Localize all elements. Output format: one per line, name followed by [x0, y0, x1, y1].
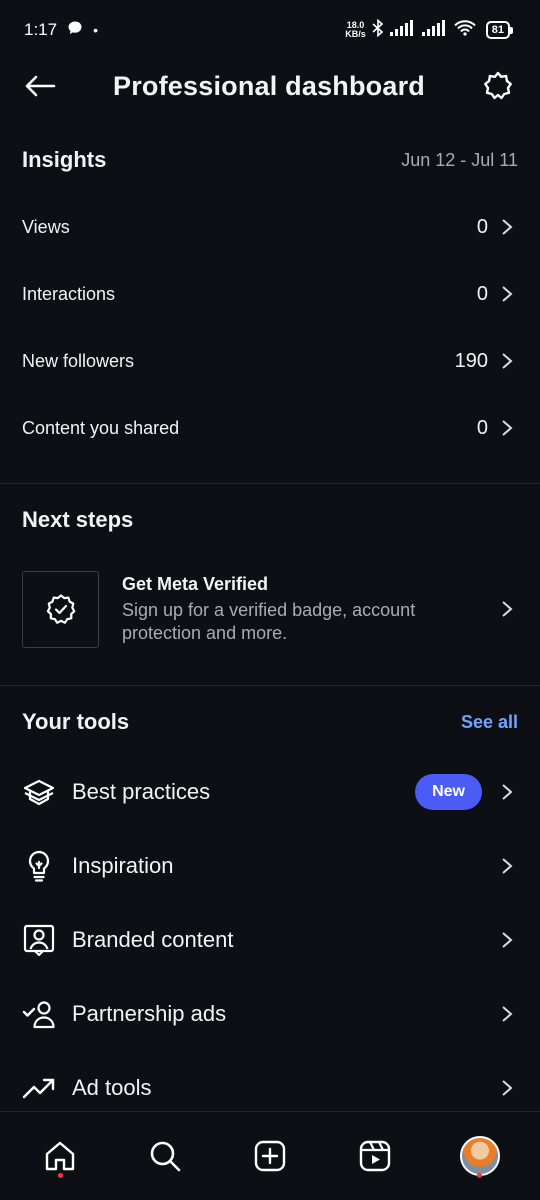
insight-label: Views	[22, 216, 70, 237]
insights-title: Insights	[22, 147, 107, 172]
trending-up-icon	[22, 1071, 56, 1105]
create-icon	[254, 1140, 286, 1172]
tool-label: Inspiration	[72, 853, 174, 878]
reels-icon	[359, 1140, 390, 1172]
new-badge: New	[415, 774, 482, 810]
graduation-cap-icon	[22, 775, 56, 809]
tool-row-inspiration[interactable]: Inspiration	[0, 836, 540, 896]
verified-badge-icon	[46, 594, 75, 624]
bottom-nav	[0, 1111, 540, 1200]
chevron-right-icon	[502, 858, 513, 874]
chevron-right-icon	[502, 219, 513, 235]
chevron-right-icon	[502, 1006, 513, 1022]
settings-button[interactable]	[480, 68, 516, 104]
insight-value: 190	[454, 349, 488, 372]
status-bar: 1:17 • 18.0 KB/s 81	[0, 0, 540, 60]
tool-label: Best practices	[72, 779, 211, 804]
page-title: Professional dashboard	[113, 70, 425, 101]
signal-icon-2	[421, 19, 448, 41]
tool-label: Branded content	[72, 927, 234, 952]
wifi-icon	[454, 19, 476, 41]
chevron-right-icon	[502, 784, 513, 800]
insight-value: 0	[476, 282, 488, 305]
tools-title: Your tools	[22, 709, 130, 734]
verified-card-title: Get Meta Verified	[122, 573, 269, 594]
nav-profile[interactable]	[450, 1126, 510, 1186]
next-steps-header: Next steps	[0, 500, 540, 540]
tool-label: Ad tools	[72, 1075, 152, 1100]
tools-header: Your tools See all	[0, 702, 540, 742]
header: Professional dashboard	[0, 58, 540, 114]
tool-row-best-practices[interactable]: Best practices New	[0, 762, 540, 822]
insight-label: New followers	[22, 350, 135, 371]
tool-row-partnership-ads[interactable]: Partnership ads	[0, 984, 540, 1044]
profile-avatar	[459, 1136, 500, 1176]
verified-icon-box	[22, 570, 99, 648]
nav-create[interactable]	[240, 1126, 300, 1186]
chevron-right-icon	[502, 1080, 513, 1096]
insight-row-content-shared[interactable]: Content you shared 0	[0, 403, 540, 453]
more-notifications-dot: •	[93, 22, 98, 38]
divider	[0, 483, 540, 484]
insight-label: Content you shared	[22, 417, 180, 438]
notification-dot	[477, 1173, 483, 1178]
home-icon	[46, 1141, 75, 1171]
chevron-right-icon	[502, 601, 513, 617]
tool-label: Partnership ads	[72, 1001, 227, 1026]
notification-dot	[57, 1173, 63, 1178]
tool-row-branded-content[interactable]: Branded content	[0, 910, 540, 970]
insight-row-new-followers[interactable]: New followers 190	[0, 336, 540, 386]
bluetooth-icon	[372, 18, 384, 42]
insight-row-interactions[interactable]: Interactions 0	[0, 269, 540, 319]
nav-home[interactable]	[30, 1126, 90, 1186]
network-speed: 18.0 KB/s	[345, 20, 366, 39]
nav-search[interactable]	[135, 1126, 195, 1186]
next-steps-title: Next steps	[22, 507, 134, 532]
insight-row-views[interactable]: Views 0	[0, 202, 540, 252]
gear-icon	[484, 71, 512, 100]
verified-card-description: Sign up for a verified badge, account pr…	[122, 599, 416, 643]
chat-notification-icon	[67, 20, 83, 41]
battery-indicator: 81	[485, 21, 514, 39]
chevron-right-icon	[502, 286, 513, 302]
chevron-right-icon	[502, 932, 513, 948]
arrow-left-icon	[25, 75, 56, 97]
chevron-right-icon	[502, 353, 513, 369]
branded-content-icon	[22, 923, 56, 957]
divider	[0, 685, 540, 686]
insights-header: Insights Jun 12 - Jul 11	[0, 140, 540, 180]
partnership-icon	[22, 997, 56, 1031]
status-time: 1:17	[24, 20, 58, 39]
meta-verified-card[interactable]: Get Meta Verified Sign up for a verified…	[22, 570, 518, 648]
lightbulb-icon	[22, 849, 56, 883]
insight-label: Interactions	[22, 283, 116, 304]
back-button[interactable]	[22, 68, 58, 104]
tool-row-ad-tools[interactable]: Ad tools	[0, 1058, 540, 1118]
chevron-right-icon	[502, 420, 513, 436]
see-all-link[interactable]: See all	[461, 712, 518, 733]
signal-icon	[389, 19, 416, 41]
date-range[interactable]: Jun 12 - Jul 11	[401, 150, 518, 171]
insight-value: 0	[476, 416, 488, 439]
insight-value: 0	[476, 215, 488, 238]
nav-reels[interactable]	[345, 1126, 405, 1186]
search-icon	[150, 1141, 181, 1172]
